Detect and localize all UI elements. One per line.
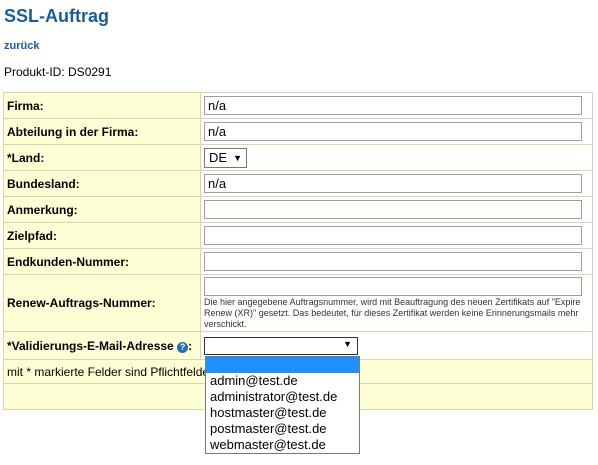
validation-email-select[interactable]: ▼ — [204, 336, 358, 355]
bundesland-input[interactable] — [204, 174, 582, 193]
chevron-down-icon: ▼ — [233, 152, 242, 163]
help-icon[interactable]: ? — [177, 341, 189, 353]
back-link[interactable]: zurück — [4, 40, 39, 52]
zielpfad-input[interactable] — [204, 226, 582, 245]
abteilung-input[interactable] — [204, 122, 582, 141]
row-renew: Renew-Auftrags-Nummer: Die hier angegebe… — [3, 274, 593, 332]
email-option[interactable]: administrator@test.de — [206, 389, 359, 405]
row-bundesland: Bundesland: — [3, 170, 593, 197]
bundesland-label: Bundesland: — [3, 170, 201, 197]
email-option[interactable] — [206, 357, 359, 373]
email-option[interactable]: webmaster@test.de — [206, 437, 359, 453]
firma-label: Firma: — [3, 92, 201, 119]
row-endkunden: Endkunden-Nummer: — [3, 248, 593, 275]
abteilung-label: Abteilung in der Firma: — [3, 118, 201, 145]
validation-email-options: admin@test.de administrator@test.de host… — [205, 356, 360, 454]
anmerkung-label: Anmerkung: — [3, 196, 201, 223]
firma-input[interactable] — [204, 96, 582, 115]
chevron-down-icon: ▼ — [343, 338, 352, 349]
row-land: *Land: DE ▼ — [3, 144, 593, 171]
country-select[interactable]: DE ▼ — [204, 147, 247, 168]
validierung-label: *Validierungs-E-Mail-Adresse — [7, 338, 174, 353]
row-firma: Firma: — [3, 92, 593, 119]
email-option[interactable]: admin@test.de — [206, 373, 359, 389]
row-anmerkung: Anmerkung: — [3, 196, 593, 223]
land-label: *Land: — [3, 144, 201, 171]
email-option[interactable]: postmaster@test.de — [206, 421, 359, 437]
zielpfad-label: Zielpfad: — [3, 222, 201, 249]
endkunden-label: Endkunden-Nummer: — [3, 248, 201, 275]
renew-hint: Die hier angegebene Auftragsnummer, wird… — [204, 296, 581, 329]
validierung-label-suffix: : — [188, 338, 193, 353]
email-option[interactable]: hostmaster@test.de — [206, 405, 359, 421]
row-abteilung: Abteilung in der Firma: — [3, 118, 593, 145]
endkunden-input[interactable] — [204, 252, 582, 271]
renew-label: Renew-Auftrags-Nummer: — [3, 274, 201, 332]
renew-input[interactable] — [204, 276, 582, 296]
country-value: DE — [209, 149, 228, 165]
product-id: Produkt-ID: DS0291 — [4, 65, 112, 79]
anmerkung-input[interactable] — [204, 200, 582, 219]
page-title: SSL-Auftrag — [4, 6, 109, 26]
row-zielpfad: Zielpfad: — [3, 222, 593, 249]
